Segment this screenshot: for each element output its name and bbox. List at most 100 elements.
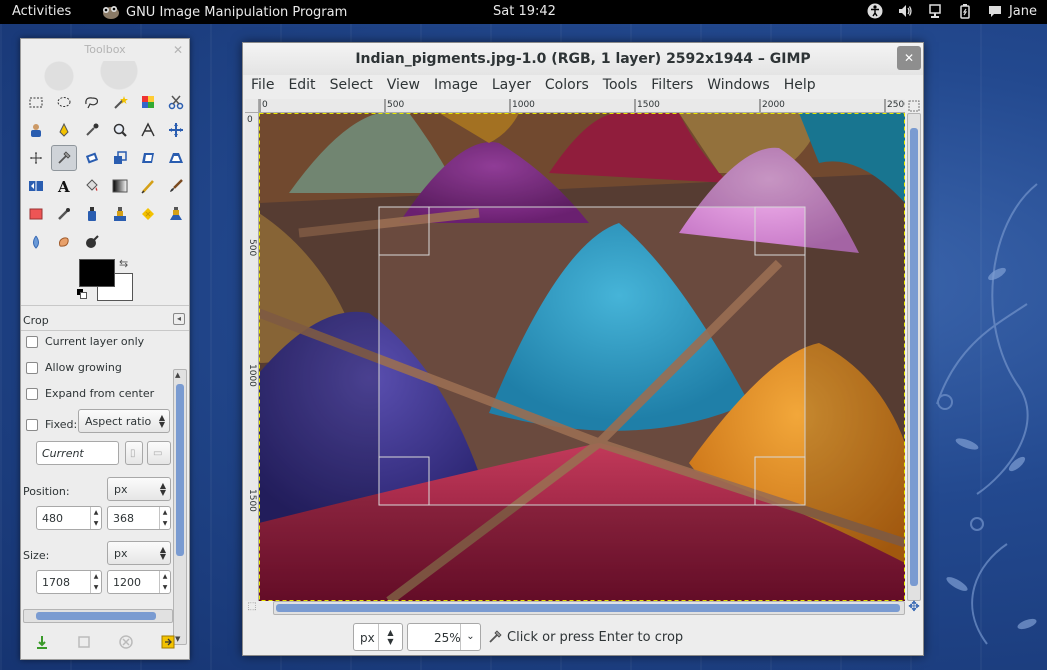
text-icon[interactable]: A xyxy=(51,173,77,199)
navigate-icon[interactable]: ✥ xyxy=(907,600,921,615)
checkbox-box[interactable] xyxy=(26,361,38,374)
battery-icon[interactable] xyxy=(957,3,973,19)
measure-icon[interactable] xyxy=(135,117,161,143)
bucket-fill-icon[interactable] xyxy=(79,173,105,199)
menu-image[interactable]: Image xyxy=(434,75,484,97)
menu-view[interactable]: View xyxy=(387,75,426,97)
zoom-to-fit-icon[interactable] xyxy=(907,99,921,113)
menu-edit[interactable]: Edit xyxy=(288,75,321,97)
ink-icon[interactable] xyxy=(79,201,105,227)
menu-windows[interactable]: Windows xyxy=(707,75,776,97)
position-y-input[interactable]: 368 ▲ ▼ xyxy=(107,506,171,530)
menu-file[interactable]: File xyxy=(251,75,280,97)
position-x-input[interactable]: 480 ▲ ▼ xyxy=(36,506,102,530)
perspective-icon[interactable] xyxy=(163,145,189,171)
menu-filters[interactable]: Filters xyxy=(651,75,699,97)
heal-icon[interactable] xyxy=(135,201,161,227)
ellipse-select-icon[interactable] xyxy=(51,89,77,115)
fuzzy-select-icon[interactable] xyxy=(107,89,133,115)
paintbrush-icon[interactable] xyxy=(163,173,189,199)
reset-options-icon[interactable] xyxy=(160,634,176,650)
menu-select[interactable]: Select xyxy=(330,75,379,97)
menu-tools[interactable]: Tools xyxy=(603,75,644,97)
color-select-icon[interactable] xyxy=(135,89,161,115)
restore-options-icon[interactable] xyxy=(76,634,92,650)
close-icon[interactable]: ✕ xyxy=(897,46,921,70)
zoom-select[interactable]: 25% ⌄ xyxy=(407,623,481,651)
canvas-vertical-scrollbar[interactable] xyxy=(907,113,921,601)
crop-icon[interactable] xyxy=(51,145,77,171)
unit-select[interactable]: px ▲ ▼ xyxy=(353,623,403,651)
delete-options-icon[interactable] xyxy=(118,634,134,650)
fixed-mode-select[interactable]: Aspect ratio ▲ ▼ xyxy=(78,409,170,433)
chevron-down-icon[interactable]: ⌄ xyxy=(460,624,480,650)
options-vertical-scrollbar[interactable]: ▲ ▼ xyxy=(173,369,187,645)
spin-buttons[interactable]: ▲ ▼ xyxy=(90,571,101,593)
fixed-checkbox[interactable]: Fixed: xyxy=(26,418,77,431)
menu-help[interactable]: Help xyxy=(784,75,822,97)
menu-colors[interactable]: Colors xyxy=(545,75,595,97)
perspective-clone-icon[interactable] xyxy=(163,201,189,227)
position-unit-select[interactable]: px ▲ ▼ xyxy=(107,477,171,501)
shear-icon[interactable] xyxy=(135,145,161,171)
pencil-icon[interactable] xyxy=(135,173,161,199)
volume-icon[interactable] xyxy=(897,3,913,19)
fixed-value-input[interactable]: Current xyxy=(36,441,119,465)
vertical-ruler[interactable]: 0 500 1000 1500 xyxy=(245,113,259,601)
align-icon[interactable] xyxy=(23,145,49,171)
color-picker-icon[interactable] xyxy=(79,117,105,143)
blend-icon[interactable] xyxy=(107,173,133,199)
foreground-select-icon[interactable] xyxy=(23,117,49,143)
scale-icon[interactable] xyxy=(107,145,133,171)
network-icon[interactable] xyxy=(927,3,943,19)
rotate-icon[interactable] xyxy=(79,145,105,171)
spin-buttons[interactable]: ▲ ▼ xyxy=(159,507,170,529)
size-unit-select[interactable]: px ▲ ▼ xyxy=(107,541,171,565)
flip-icon[interactable] xyxy=(23,173,49,199)
activities-button[interactable]: Activities xyxy=(12,4,71,19)
horizontal-ruler[interactable]: 0 500 1000 1500 2000 2500 xyxy=(259,99,905,113)
free-select-icon[interactable] xyxy=(79,89,105,115)
scissors-icon[interactable] xyxy=(163,89,189,115)
image-canvas[interactable] xyxy=(259,113,905,601)
portrait-button[interactable]: ▯ xyxy=(125,441,143,465)
zoom-icon[interactable] xyxy=(107,117,133,143)
clone-icon[interactable] xyxy=(107,201,133,227)
close-icon[interactable]: ✕ xyxy=(173,39,183,61)
panel-menu-icon[interactable]: ◂ xyxy=(173,313,185,325)
app-menu[interactable]: GNU Image Manipulation Program xyxy=(100,4,347,20)
blur-icon[interactable] xyxy=(23,229,49,255)
paths-icon[interactable] xyxy=(51,117,77,143)
user-menu[interactable]: Jane xyxy=(987,3,1037,19)
swap-colors-icon[interactable]: ⇆ xyxy=(119,257,128,270)
spin-buttons[interactable]: ▲ ▼ xyxy=(90,507,101,529)
clock[interactable]: Sat 19:42 xyxy=(493,4,556,19)
scrollbar-thumb[interactable] xyxy=(176,384,184,556)
save-options-icon[interactable] xyxy=(34,634,50,650)
scroll-up-icon[interactable]: ▲ xyxy=(175,371,180,379)
size-w-input[interactable]: 1708 ▲ ▼ xyxy=(36,570,102,594)
menu-layer[interactable]: Layer xyxy=(492,75,537,97)
checkbox-box[interactable] xyxy=(26,387,38,400)
foreground-color-swatch[interactable] xyxy=(79,259,115,287)
scrollbar-thumb[interactable] xyxy=(910,128,918,586)
canvas-horizontal-scrollbar[interactable] xyxy=(273,601,905,615)
scrollbar-thumb[interactable] xyxy=(276,604,900,612)
current-layer-only-checkbox[interactable]: Current layer only xyxy=(26,335,144,348)
options-horizontal-scrollbar[interactable] xyxy=(23,609,173,623)
scrollbar-thumb[interactable] xyxy=(36,612,156,620)
accessibility-icon[interactable] xyxy=(867,3,883,19)
airbrush-icon[interactable] xyxy=(51,201,77,227)
spin-buttons[interactable]: ▲ ▼ xyxy=(159,571,170,593)
expand-from-center-checkbox[interactable]: Expand from center xyxy=(26,387,154,400)
quick-mask-icon[interactable]: ⬚ xyxy=(245,601,259,615)
smudge-icon[interactable] xyxy=(51,229,77,255)
size-h-input[interactable]: 1200 ▲ ▼ xyxy=(107,570,171,594)
rect-select-icon[interactable] xyxy=(23,89,49,115)
landscape-button[interactable]: ▭ xyxy=(147,441,171,465)
eraser-icon[interactable] xyxy=(23,201,49,227)
dodge-burn-icon[interactable] xyxy=(79,229,105,255)
checkbox-box[interactable] xyxy=(26,418,38,431)
move-icon[interactable] xyxy=(163,117,189,143)
image-window-titlebar[interactable]: Indian_pigments.jpg-1.0 (RGB, 1 layer) 2… xyxy=(243,43,923,75)
